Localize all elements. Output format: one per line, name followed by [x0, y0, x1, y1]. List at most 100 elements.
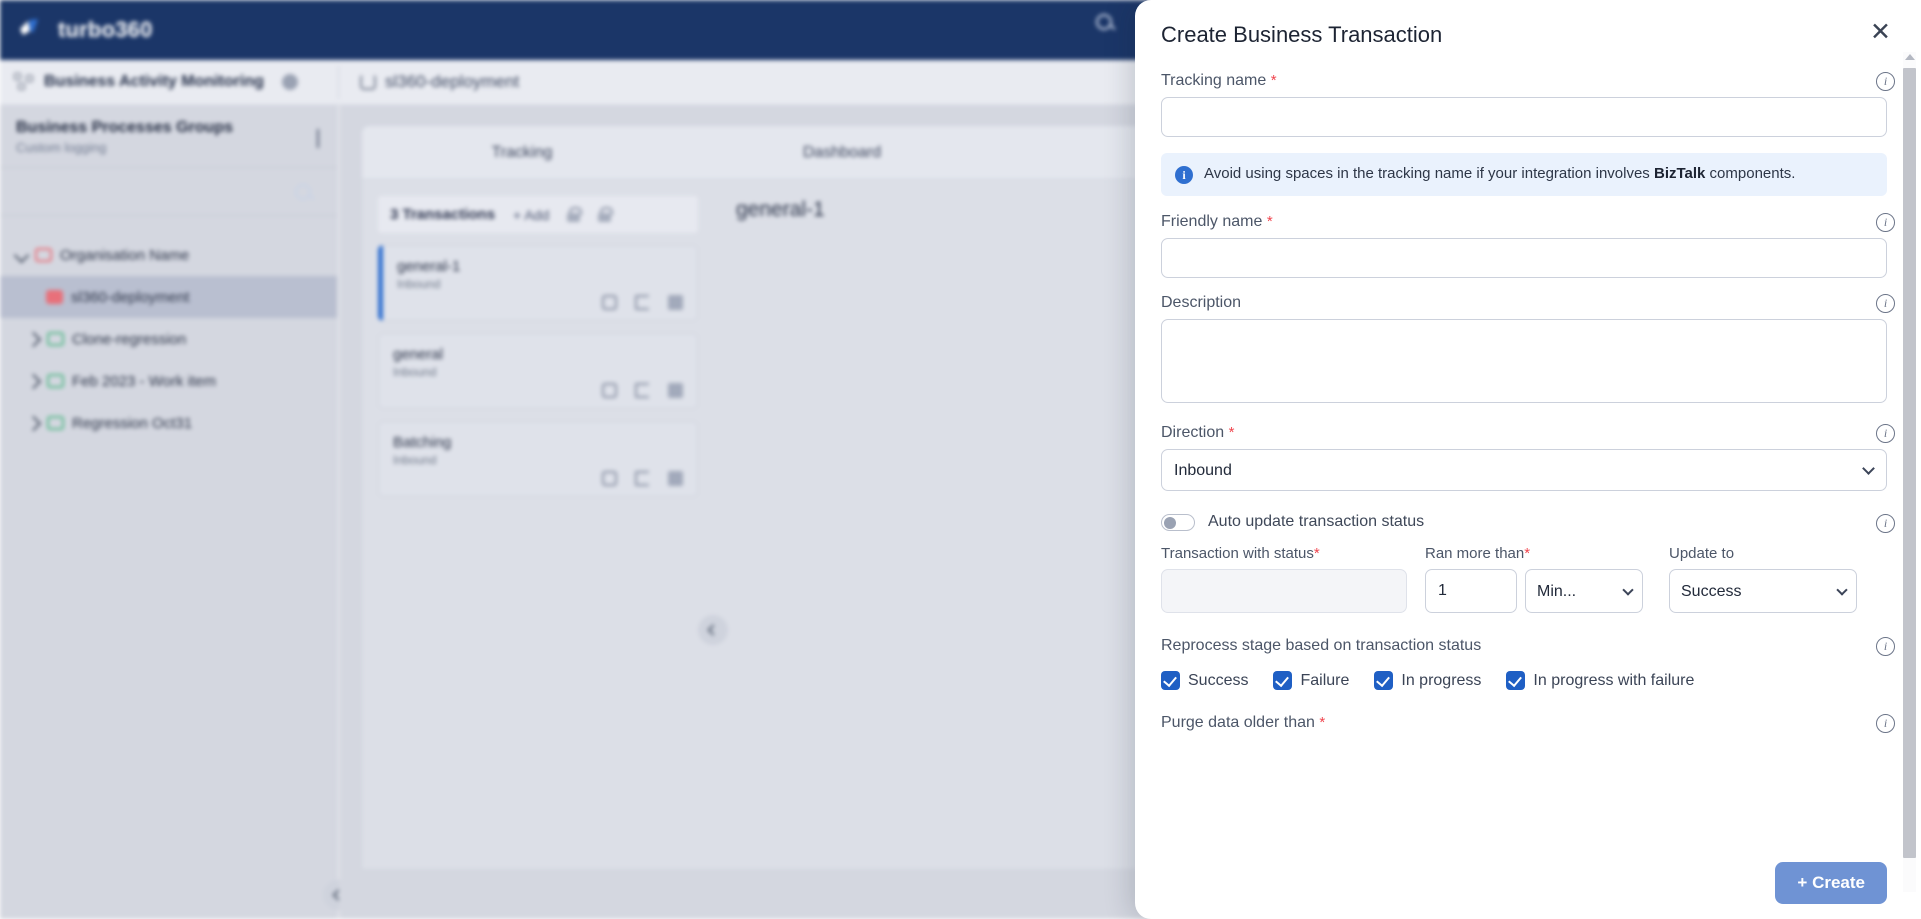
breadcrumb-label: sl360-deployment: [385, 72, 520, 91]
business-processes-groups-header[interactable]: Business Processes Groups Custom logging: [0, 105, 337, 168]
refresh-icon: [360, 74, 376, 90]
direction-select-wrap: Inbound: [1161, 449, 1887, 492]
chevron-down-icon[interactable]: [317, 129, 319, 148]
friendly-name-input[interactable]: [1161, 238, 1887, 279]
update-to-select-wrap: Success: [1669, 569, 1857, 614]
trash-icon[interactable]: [668, 383, 683, 398]
sidebar-search[interactable]: [0, 168, 337, 216]
tree-item-clone-regression[interactable]: Clone-regression: [0, 318, 337, 360]
tree-item-organisation[interactable]: Organisation Name: [0, 234, 337, 276]
search-icon[interactable]: [295, 183, 311, 200]
copy-icon[interactable]: [602, 295, 617, 310]
info-circle-icon[interactable]: i: [1876, 424, 1895, 444]
ran-more-than-input[interactable]: [1425, 569, 1517, 614]
search-icon: [1096, 14, 1112, 30]
chevron-down-icon[interactable]: [13, 247, 30, 263]
purge-label: Purge data older than *: [1161, 714, 1887, 732]
transaction-with-status-input[interactable]: [1161, 569, 1407, 614]
update-to-select[interactable]: Success: [1669, 569, 1857, 614]
banner-text: Avoid using spaces in the tracking name …: [1204, 164, 1795, 184]
transaction-name: Batching: [393, 434, 452, 451]
transactions-list: 3 Transactions + Add general-1 Inbound g…: [362, 180, 714, 869]
transaction-card[interactable]: general Inbound: [378, 333, 698, 409]
label-text: Direction: [1161, 424, 1225, 442]
lock-icon[interactable]: [567, 207, 583, 222]
tree-item-regression-oct31[interactable]: Regression Oct31: [0, 402, 337, 444]
folder-icon: [47, 374, 64, 388]
auto-update-row: Auto update transaction status i: [1161, 513, 1895, 534]
label-text: Friendly name: [1161, 213, 1263, 231]
ran-more-than-label: Ran more than*: [1425, 545, 1651, 562]
caret-up-icon[interactable]: [1905, 54, 1915, 60]
copy-icon[interactable]: [602, 471, 617, 486]
label-text: Tracking name: [1161, 72, 1267, 89]
trash-icon[interactable]: [668, 471, 683, 486]
list-collapse-handle[interactable]: [698, 615, 728, 645]
info-circle-icon[interactable]: i: [1876, 213, 1895, 233]
folder-icon: [47, 416, 64, 430]
chevron-right-icon[interactable]: [25, 373, 42, 389]
direction-select[interactable]: Inbound: [1161, 449, 1887, 492]
tree-item-feb-2023-work-item[interactable]: Feb 2023 - Work item: [0, 360, 337, 402]
chevron-right-icon[interactable]: [25, 415, 42, 431]
description-textarea[interactable]: [1161, 319, 1887, 404]
business-process-tree: Organisation Name sl360-deployment Clone…: [0, 216, 337, 444]
add-transaction-button[interactable]: + Add: [513, 207, 549, 223]
checkbox-checked-icon[interactable]: [1273, 671, 1293, 691]
transaction-card[interactable]: general-1 Inbound: [378, 245, 698, 321]
modal-scrollbar-thumb[interactable]: [1903, 68, 1916, 858]
ran-more-than-unit-select[interactable]: Min...: [1525, 569, 1643, 614]
copy-icon[interactable]: [602, 383, 617, 398]
gear-icon[interactable]: [281, 74, 298, 90]
transaction-row-actions: [602, 471, 683, 486]
modal-footer: + Create: [1135, 847, 1921, 919]
checkbox-checked-icon[interactable]: [1374, 671, 1394, 691]
info-circle-icon[interactable]: i: [1876, 714, 1895, 734]
divider: [338, 66, 339, 99]
checkbox-checked-icon[interactable]: [1161, 671, 1180, 691]
checkbox-label: In progress with failure: [1533, 671, 1695, 689]
info-circle-icon[interactable]: i: [1876, 637, 1895, 657]
sidebar: Business Processes Groups Custom logging…: [0, 105, 353, 919]
create-business-transaction-modal: Create Business Transaction ✕ Tracking n…: [1135, 0, 1921, 919]
folder-icon: [47, 332, 64, 346]
reprocess-option-success[interactable]: Success: [1161, 671, 1248, 691]
tab-dashboard[interactable]: Dashboard: [682, 144, 1002, 162]
trash-icon[interactable]: [668, 295, 683, 310]
info-circle-icon[interactable]: i: [1876, 72, 1895, 91]
reprocess-option-in-progress[interactable]: In progress: [1374, 671, 1482, 691]
info-circle-icon[interactable]: i: [1876, 514, 1895, 534]
tree-item-sl360-deployment[interactable]: sl360-deployment: [0, 276, 337, 318]
edit-icon[interactable]: [635, 471, 650, 486]
transactions-list-header: 3 Transactions + Add: [378, 196, 698, 233]
auto-update-toggle[interactable]: [1161, 513, 1195, 531]
folder-icon: [35, 248, 52, 262]
bird-logo-icon: [14, 13, 48, 47]
label-text: Purge data older than: [1161, 714, 1315, 732]
global-search[interactable]: [1096, 14, 1112, 30]
checkbox-checked-icon[interactable]: [1506, 671, 1526, 691]
checkbox-label: In progress: [1401, 671, 1482, 689]
friendly-name-field: Friendly name * i: [1161, 213, 1895, 279]
info-circle-icon[interactable]: i: [1876, 294, 1895, 314]
ran-more-than-field: Ran more than* Min...: [1425, 545, 1651, 614]
reprocess-option-in-progress-with-failure[interactable]: In progress with failure: [1506, 671, 1695, 691]
modal-title: Create Business Transaction: [1161, 22, 1443, 47]
create-button[interactable]: + Create: [1775, 862, 1887, 904]
edit-icon[interactable]: [635, 295, 650, 310]
tracking-name-field: Tracking name * i: [1161, 72, 1895, 137]
lock-open-icon[interactable]: [598, 207, 614, 222]
tracking-name-input[interactable]: [1161, 97, 1887, 137]
tree-item-label: Feb 2023 - Work item: [72, 372, 216, 390]
reprocess-option-failure[interactable]: Failure: [1273, 671, 1349, 691]
description-label: Description: [1161, 294, 1242, 312]
transaction-name: general: [393, 346, 444, 363]
transaction-card[interactable]: Batching Inbound: [378, 421, 698, 497]
tab-tracking[interactable]: Tracking: [362, 144, 682, 162]
required-asterisk: *: [1228, 424, 1235, 442]
modal-body: Tracking name * i i Avoid using spaces i…: [1135, 62, 1921, 847]
chevron-right-icon[interactable]: [25, 331, 42, 347]
transaction-row-actions: [602, 383, 683, 398]
close-icon[interactable]: ✕: [1870, 20, 1891, 45]
edit-icon[interactable]: [635, 383, 650, 398]
